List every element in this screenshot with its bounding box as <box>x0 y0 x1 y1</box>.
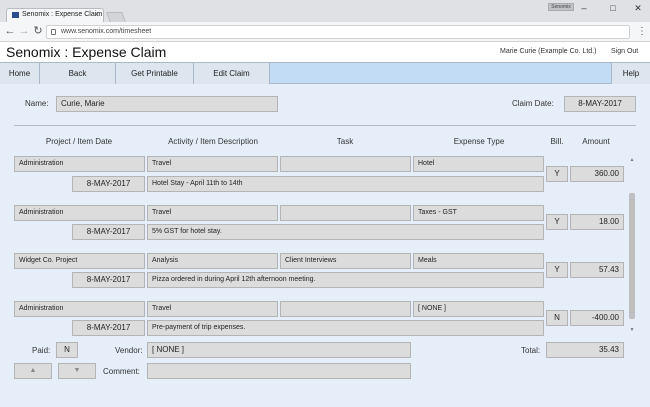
column-header-task: Task <box>336 137 354 146</box>
claim-date-label: Claim Date: <box>512 99 554 108</box>
home-button[interactable]: Home <box>0 63 40 84</box>
row-2-project[interactable]: Administration <box>14 205 145 221</box>
column-header-activity: Activity / Item Description <box>168 137 258 146</box>
row-4-billable[interactable]: N <box>546 310 568 326</box>
row-4-description[interactable]: Pre-payment of trip expenses. <box>147 320 544 336</box>
row-4-date[interactable]: 8-MAY-2017 <box>72 320 145 336</box>
scroll-down-icon[interactable]: ▼ <box>628 326 636 334</box>
row-4-expense-type[interactable]: [ NONE ] <box>413 301 544 317</box>
browser-tab-strip: Senomix : Expense Claim × Senomix – □ ✕ <box>0 0 650 22</box>
senomix-favicon-icon <box>12 12 19 18</box>
row-4-project[interactable]: Administration <box>14 301 145 317</box>
header-divider <box>14 125 636 126</box>
row-1-task[interactable] <box>280 156 411 172</box>
row-2-description[interactable]: 5% GST for hotel stay. <box>147 224 544 240</box>
app-header: Senomix : Expense Claim Marie Curie (Exa… <box>0 42 650 62</box>
rows-scrollbar[interactable]: ▲ ▼ <box>628 156 636 334</box>
vendor-label: Vendor: <box>115 346 143 355</box>
row-4-activity[interactable]: Travel <box>147 301 278 317</box>
get-printable-button[interactable]: Get Printable <box>116 63 194 84</box>
edit-claim-button[interactable]: Edit Claim <box>194 63 270 84</box>
move-up-button[interactable]: ▲ <box>14 363 52 379</box>
row-2-billable[interactable]: Y <box>546 214 568 230</box>
row-3-amount[interactable]: 57.43 <box>570 262 624 278</box>
row-3-task[interactable]: Client Interviews <box>280 253 411 269</box>
row-2-date[interactable]: 8-MAY-2017 <box>72 224 145 240</box>
row-2-activity[interactable]: Travel <box>147 205 278 221</box>
forward-arrow-icon[interactable]: → <box>18 25 30 37</box>
row-3-project[interactable]: Widget Co. Project <box>14 253 145 269</box>
comment-field[interactable] <box>147 363 411 379</box>
back-button[interactable]: Back <box>40 63 116 84</box>
window-close-icon[interactable]: ✕ <box>628 1 648 15</box>
row-1-activity[interactable]: Travel <box>147 156 278 172</box>
move-down-button[interactable]: ▼ <box>58 363 96 379</box>
user-info: Marie Curie (Example Co. Ltd.) <box>500 48 597 55</box>
column-header-project: Project / Item Date <box>45 137 113 146</box>
row-2-expense-type[interactable]: Taxes - GST <box>413 205 544 221</box>
page-title: Senomix : Expense Claim <box>6 44 167 60</box>
scroll-up-icon[interactable]: ▲ <box>628 156 636 164</box>
address-bar: ← → ↻ www.senomix.com/timesheet <box>0 22 650 42</box>
row-3-activity[interactable]: Analysis <box>147 253 278 269</box>
expense-claim-panel <box>0 84 650 407</box>
url-text: www.senomix.com/timesheet <box>61 28 152 35</box>
paid-field[interactable]: N <box>56 342 78 358</box>
new-tab-button[interactable] <box>106 12 126 22</box>
browser-profile-badge[interactable]: Senomix <box>548 3 574 11</box>
tab-close-icon[interactable]: × <box>94 10 99 19</box>
total-field: 35.43 <box>546 342 624 358</box>
row-1-project[interactable]: Administration <box>14 156 145 172</box>
column-header-amount: Amount <box>582 137 610 146</box>
back-arrow-icon[interactable]: ← <box>4 25 16 37</box>
sign-out-link[interactable]: Sign Out <box>611 48 638 55</box>
row-4-amount[interactable]: -400.00 <box>570 310 624 326</box>
total-label: Total: <box>521 346 541 355</box>
scrollbar-thumb[interactable] <box>629 193 635 319</box>
row-2-amount[interactable]: 18.00 <box>570 214 624 230</box>
vendor-field[interactable]: [ NONE ] <box>147 342 411 358</box>
row-3-date[interactable]: 8-MAY-2017 <box>72 272 145 288</box>
row-1-expense-type[interactable]: Hotel <box>413 156 544 172</box>
row-1-description[interactable]: Hotel Stay - April 11th to 14th <box>147 176 544 192</box>
row-3-description[interactable]: Pizza ordered in during April 12th after… <box>147 272 544 288</box>
row-1-billable[interactable]: Y <box>546 166 568 182</box>
row-2-task[interactable] <box>280 205 411 221</box>
page-info-icon[interactable] <box>51 29 56 35</box>
maximize-icon[interactable]: □ <box>603 1 623 15</box>
browser-tab[interactable]: Senomix : Expense Claim × <box>6 8 104 22</box>
comment-label: Comment: <box>103 367 140 376</box>
row-4-task[interactable] <box>280 301 411 317</box>
url-input[interactable]: www.senomix.com/timesheet <box>46 25 630 39</box>
row-3-expense-type[interactable]: Meals <box>413 253 544 269</box>
tab-title: Senomix : Expense Claim <box>22 11 103 18</box>
reload-icon[interactable]: ↻ <box>32 25 44 37</box>
row-1-amount[interactable]: 360.00 <box>570 166 624 182</box>
column-header-billable: Bill. <box>550 137 564 146</box>
row-3-billable[interactable]: Y <box>546 262 568 278</box>
help-button[interactable]: Help <box>611 63 650 84</box>
minimize-icon[interactable]: – <box>574 1 594 15</box>
browser-menu-icon[interactable]: ⋮ <box>637 26 647 37</box>
nav-bar: Home Back Get Printable Edit Claim Help <box>0 62 650 84</box>
claim-date-field: 8-MAY-2017 <box>564 96 636 112</box>
paid-label: Paid: <box>32 346 51 355</box>
name-label: Name: <box>25 99 49 108</box>
name-field: Curie, Marie <box>56 96 278 112</box>
row-1-date[interactable]: 8-MAY-2017 <box>72 176 145 192</box>
column-header-expense-type: Expense Type <box>453 137 505 146</box>
